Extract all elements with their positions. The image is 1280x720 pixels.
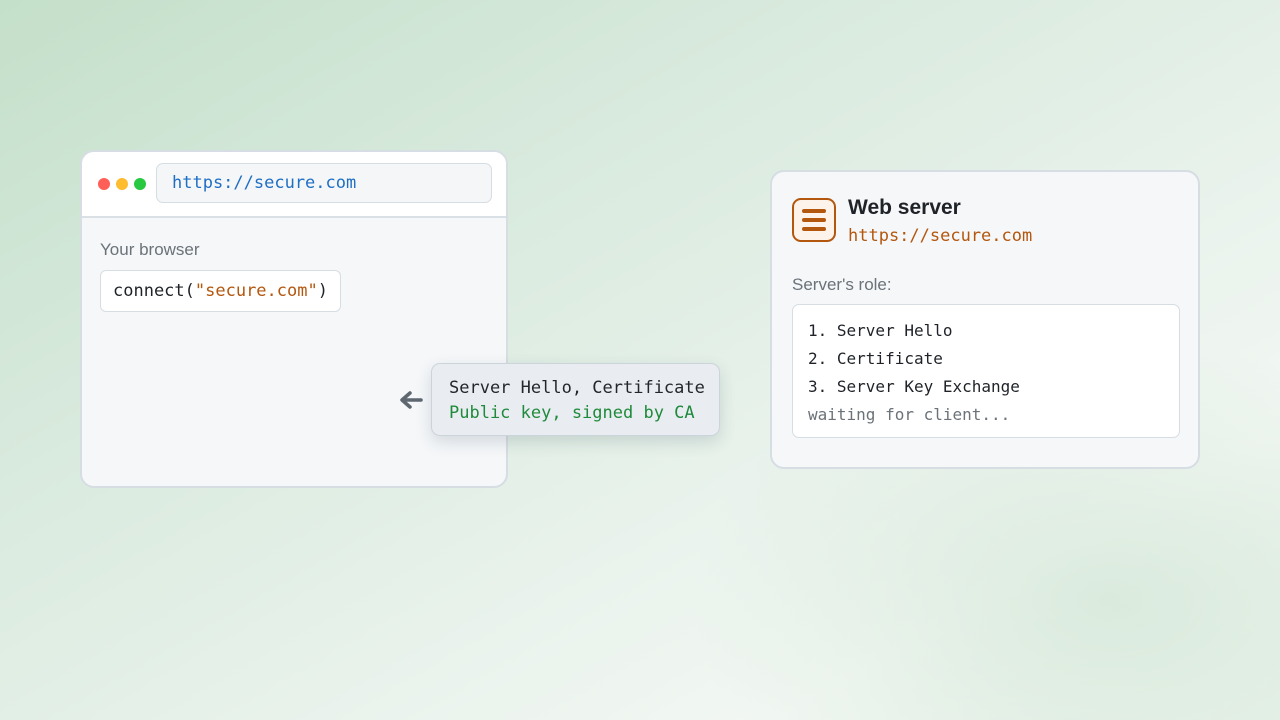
server-url: https://secure.com	[848, 226, 1033, 246]
browser-window: https://secure.com Your browser connect(…	[80, 150, 508, 488]
server-icon	[792, 198, 836, 242]
code-suffix: )	[317, 281, 328, 301]
server-steps-list: 1. Server Hello 2. Certificate 3. Server…	[792, 304, 1180, 438]
server-step: 2. Certificate	[808, 349, 943, 368]
browser-label: Your browser	[100, 240, 200, 259]
code-function: connect(	[113, 281, 195, 301]
server-title: Web server	[848, 196, 961, 219]
minimize-window-dot[interactable]	[116, 178, 128, 190]
connect-call: connect("secure.com")	[100, 270, 341, 312]
server-step: 3. Server Key Exchange	[808, 377, 1020, 396]
arrow-left-icon	[400, 391, 423, 409]
waiting-status: waiting for client...	[808, 405, 1011, 424]
maximize-window-dot[interactable]	[134, 178, 146, 190]
close-window-dot[interactable]	[98, 178, 110, 190]
message-title: Server Hello, Certificate	[449, 378, 705, 398]
address-bar[interactable]: https://secure.com	[156, 163, 492, 203]
message-detail: Public key, signed by CA	[449, 403, 695, 423]
browser-toolbar: https://secure.com	[82, 152, 506, 218]
server-hello-message: Server Hello, Certificate Public key, si…	[431, 363, 720, 436]
web-server-card: Web server https://secure.com Server's r…	[770, 170, 1200, 469]
server-step: 1. Server Hello	[808, 321, 953, 340]
code-argument: "secure.com"	[194, 281, 318, 301]
server-role-label: Server's role:	[792, 275, 892, 294]
